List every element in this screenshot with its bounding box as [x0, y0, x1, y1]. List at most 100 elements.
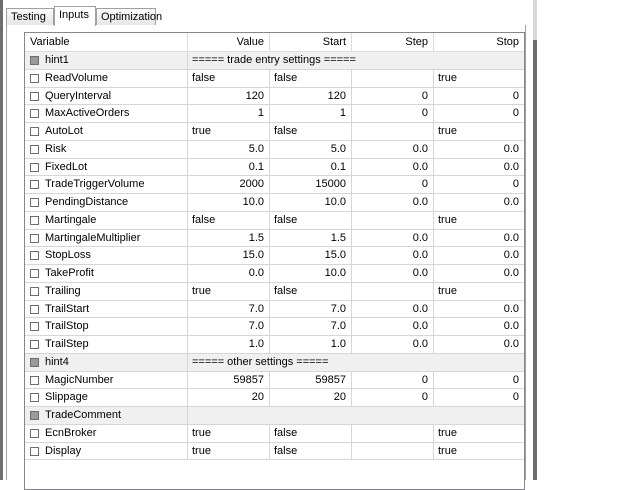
start-cell[interactable]: 7.0	[270, 318, 352, 336]
optimize-checkbox[interactable]	[30, 109, 39, 119]
optimize-checkbox[interactable]	[30, 127, 39, 136]
stop-cell[interactable]: true	[434, 443, 524, 461]
step-cell[interactable]: 0.0	[352, 318, 434, 336]
parameter-row[interactable]: MaxActiveOrders 1 1 0 0	[25, 105, 524, 123]
start-cell[interactable]: false	[270, 442, 352, 461]
value-cell[interactable]: 5.0	[188, 140, 270, 159]
value-cell[interactable]: true	[188, 424, 270, 443]
value-cell[interactable]: 20	[188, 389, 270, 407]
step-cell[interactable]	[352, 424, 434, 443]
optimize-checkbox[interactable]	[30, 428, 39, 438]
stop-cell[interactable]: 0.0	[434, 247, 524, 265]
start-cell[interactable]: false	[270, 282, 352, 301]
optimize-checkbox[interactable]	[30, 304, 39, 314]
value-cell[interactable]: 0.1	[188, 158, 270, 177]
tab-inputs[interactable]: Inputs	[54, 6, 96, 26]
step-cell[interactable]: 0.0	[352, 300, 434, 319]
start-cell[interactable]: false	[270, 424, 352, 443]
step-cell[interactable]	[352, 123, 434, 141]
step-cell[interactable]: 0	[352, 371, 434, 390]
stop-cell[interactable]: 0.0	[434, 301, 524, 319]
stop-cell[interactable]: 0.0	[434, 318, 524, 336]
start-cell[interactable]: 20	[270, 389, 352, 407]
optimize-checkbox[interactable]	[30, 198, 39, 207]
stop-cell[interactable]: true	[434, 70, 524, 88]
step-cell[interactable]: 0	[352, 176, 434, 194]
stop-cell[interactable]: 0.0	[434, 159, 524, 177]
column-header-value[interactable]: Value	[188, 33, 270, 52]
right-splitter[interactable]	[533, 0, 537, 480]
hint-row[interactable]: hint1 ===== trade entry settings =====	[25, 52, 524, 70]
optimize-checkbox[interactable]	[30, 162, 39, 172]
parameter-row[interactable]: Risk 5.0 5.0 0.0 0.0	[25, 140, 524, 159]
stop-cell[interactable]: 0.0	[434, 141, 524, 159]
value-cell[interactable]: 120	[188, 87, 270, 106]
value-cell[interactable]: false	[188, 69, 270, 88]
stop-cell[interactable]: true	[434, 212, 524, 230]
step-cell[interactable]: 0.0	[352, 247, 434, 265]
optimize-checkbox[interactable]	[30, 393, 39, 403]
optimize-checkbox[interactable]	[30, 144, 39, 154]
start-cell[interactable]: 10.0	[270, 265, 352, 283]
stop-cell[interactable]: 0.0	[434, 265, 524, 283]
value-cell[interactable]: 7.0	[188, 300, 270, 319]
parameter-row[interactable]: EcnBroker true false true	[25, 424, 524, 443]
optimize-checkbox[interactable]	[30, 322, 39, 332]
parameter-row[interactable]: QueryInterval 120 120 0 0	[25, 87, 524, 106]
stop-cell[interactable]: true	[434, 123, 524, 141]
stop-cell[interactable]: 0	[434, 176, 524, 194]
step-cell[interactable]: 0.0	[352, 229, 434, 248]
step-cell[interactable]: 0	[352, 105, 434, 123]
start-cell[interactable]: 15000	[270, 176, 352, 194]
stop-cell[interactable]: 0	[434, 88, 524, 106]
optimize-checkbox[interactable]	[30, 375, 39, 385]
optimize-checkbox[interactable]	[30, 233, 39, 243]
step-cell[interactable]	[352, 282, 434, 301]
parameter-row[interactable]: StopLoss 15.0 15.0 0.0 0.0	[25, 247, 524, 265]
hint-row[interactable]: hint4 ===== other settings =====	[25, 353, 524, 372]
start-cell[interactable]: 59857	[270, 371, 352, 390]
start-cell[interactable]: 1	[270, 105, 352, 123]
step-cell[interactable]: 0.0	[352, 140, 434, 159]
optimize-checkbox[interactable]	[30, 286, 39, 296]
stop-cell[interactable]: true	[434, 425, 524, 443]
value-cell[interactable]: 1.5	[188, 229, 270, 248]
start-cell[interactable]: 1.0	[270, 336, 352, 354]
value-cell[interactable]: 1.0	[188, 336, 270, 354]
optimize-checkbox[interactable]	[30, 251, 39, 261]
column-header-variable[interactable]: Variable	[25, 33, 188, 52]
start-cell[interactable]: 120	[270, 87, 352, 106]
parameter-row[interactable]: Display true false true	[25, 442, 524, 461]
stop-cell[interactable]: 0.0	[434, 230, 524, 248]
step-cell[interactable]: 0.0	[352, 265, 434, 283]
parameter-row[interactable]: Martingale false false true	[25, 211, 524, 230]
step-cell[interactable]	[352, 211, 434, 230]
step-cell[interactable]	[352, 69, 434, 88]
optimize-checkbox[interactable]	[30, 446, 39, 456]
parameter-row[interactable]: MartingaleMultiplier 1.5 1.5 0.0 0.0	[25, 229, 524, 248]
stop-cell[interactable]: 0	[434, 105, 524, 123]
optimize-checkbox[interactable]	[30, 340, 39, 349]
start-cell[interactable]: 10.0	[270, 194, 352, 212]
value-cell[interactable]: 0.0	[188, 265, 270, 283]
value-cell[interactable]: true	[188, 282, 270, 301]
column-header-stop[interactable]: Stop	[434, 33, 524, 52]
value-cell[interactable]: false	[188, 211, 270, 230]
optimize-checkbox[interactable]	[30, 56, 39, 65]
parameter-row[interactable]: TrailStep 1.0 1.0 0.0 0.0	[25, 336, 524, 354]
parameter-row[interactable]: AutoLot true false true	[25, 123, 524, 141]
optimize-checkbox[interactable]	[30, 357, 39, 367]
value-cell[interactable]: 7.0	[188, 318, 270, 336]
value-cell[interactable]: true	[188, 123, 270, 141]
optimize-checkbox[interactable]	[30, 411, 39, 420]
parameter-row[interactable]: TakeProfit 0.0 10.0 0.0 0.0	[25, 265, 524, 283]
parameter-row[interactable]: TrailStop 7.0 7.0 0.0 0.0	[25, 318, 524, 336]
parameter-row[interactable]: MagicNumber 59857 59857 0 0	[25, 371, 524, 390]
stop-cell[interactable]: 0.0	[434, 336, 524, 354]
column-header-start[interactable]: Start	[270, 33, 352, 52]
parameter-row[interactable]: Trailing true false true	[25, 282, 524, 301]
start-cell[interactable]: 15.0	[270, 247, 352, 265]
optimize-checkbox[interactable]	[30, 215, 39, 225]
step-cell[interactable]: 0	[352, 389, 434, 407]
tab-testing[interactable]: Testing	[6, 8, 54, 25]
